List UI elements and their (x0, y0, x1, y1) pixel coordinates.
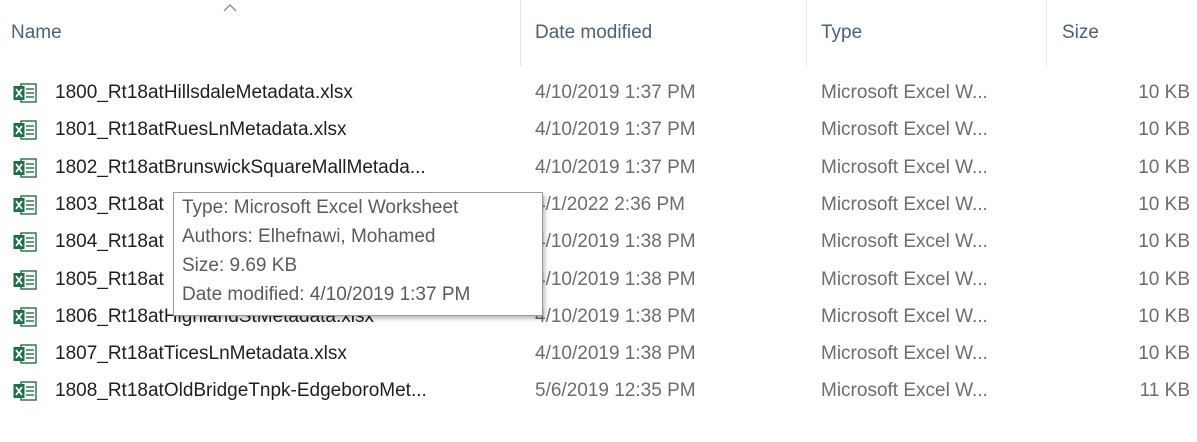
tooltip-date-line: Date modified: 4/10/2019 1:37 PM (182, 284, 471, 305)
column-divider[interactable] (806, 0, 807, 66)
column-divider[interactable] (520, 0, 521, 66)
excel-file-icon (13, 307, 37, 327)
excel-file-icon (13, 344, 37, 364)
file-size: 10 KB (1138, 156, 1190, 178)
file-date-modified: 4/10/2019 1:38 PM (535, 305, 696, 327)
excel-file-icon (13, 157, 37, 178)
file-name: 1807_Rt18atTicesLnMetadata.xlsx (55, 343, 347, 365)
column-header-name[interactable]: Name (11, 0, 62, 66)
file-name: 1808_Rt18atOldBridgeTnpk-EdgeboroMet... (55, 380, 427, 402)
file-type: Microsoft Excel W... (821, 305, 988, 327)
file-row[interactable]: 1807_Rt18atTicesLnMetadata.xlsx 4/10/2019… (0, 335, 1197, 372)
file-date-modified: 5/6/2019 12:35 PM (535, 380, 696, 402)
excel-file-icon (13, 120, 37, 140)
chevron-up-icon (223, 4, 237, 12)
column-header-type-label: Type (821, 22, 863, 43)
tooltip-type-line: Type: Microsoft Excel Worksheet (182, 197, 459, 218)
file-name: 1802_Rt18atBrunswickSquareMallMetada... (55, 156, 426, 178)
file-date-modified: 4/1/2022 2:36 PM (535, 193, 685, 215)
column-header-name-label: Name (11, 22, 62, 43)
file-size: 10 KB (1138, 193, 1190, 215)
file-type: Microsoft Excel W... (821, 119, 988, 141)
excel-file-icon (13, 381, 37, 402)
file-size: 10 KB (1138, 268, 1190, 290)
file-size: 11 KB (1139, 380, 1190, 402)
column-divider[interactable] (1046, 0, 1047, 66)
excel-file-icon (13, 83, 37, 103)
file-type: Microsoft Excel W... (821, 156, 988, 178)
column-header-date-modified[interactable]: Date modified (535, 0, 652, 66)
file-type: Microsoft Excel W... (821, 343, 988, 365)
file-date-modified: 4/10/2019 1:37 PM (535, 156, 696, 178)
tooltip-authors-line: Authors: Elhefnawi, Mohamed (182, 226, 436, 247)
file-type: Microsoft Excel W... (821, 380, 988, 402)
file-date-modified: 4/10/2019 1:37 PM (535, 82, 696, 103)
file-row[interactable]: 1800_Rt18atHillsdaleMetadata.xlsx 4/10/20… (0, 74, 1197, 111)
column-header-type[interactable]: Type (821, 0, 862, 66)
file-date-modified: 4/10/2019 1:37 PM (535, 119, 696, 141)
excel-file-icon (13, 232, 37, 252)
file-date-modified: 4/10/2019 1:38 PM (535, 268, 696, 290)
file-row[interactable]: 1808_Rt18atOldBridgeTnpk-EdgeboroMet... 5… (0, 372, 1197, 409)
file-date-modified: 4/10/2019 1:38 PM (535, 343, 696, 365)
column-header-size-label: Size (1062, 22, 1099, 43)
file-row[interactable]: 1801_Rt18atRuesLnMetadata.xlsx 4/10/2019 … (0, 111, 1197, 148)
excel-file-icon (13, 195, 37, 215)
file-size: 10 KB (1138, 343, 1190, 365)
file-size: 10 KB (1138, 305, 1190, 327)
column-header-bar: Name Date modified Type Size (0, 0, 1197, 66)
file-type: Microsoft Excel W... (821, 193, 988, 215)
file-type: Microsoft Excel W... (821, 82, 988, 103)
excel-file-icon (13, 269, 37, 290)
tooltip-size-line: Size: 9.69 KB (182, 255, 298, 276)
column-header-size[interactable]: Size (1062, 0, 1099, 66)
file-type: Microsoft Excel W... (821, 231, 988, 253)
file-size: 10 KB (1138, 82, 1190, 103)
column-header-date-label: Date modified (535, 22, 653, 43)
file-date-modified: 4/10/2019 1:38 PM (535, 231, 696, 253)
file-size: 10 KB (1138, 231, 1190, 253)
file-name: 1801_Rt18atRuesLnMetadata.xlsx (55, 119, 347, 141)
file-type: Microsoft Excel W... (821, 268, 988, 290)
file-row[interactable]: 1802_Rt18atBrunswickSquareMallMetada... 4… (0, 149, 1197, 186)
file-name: 1800_Rt18atHillsdaleMetadata.xlsx (55, 82, 353, 103)
file-size: 10 KB (1138, 119, 1190, 141)
file-info-tooltip: Type: Microsoft Excel Worksheet Authors:… (173, 192, 543, 316)
